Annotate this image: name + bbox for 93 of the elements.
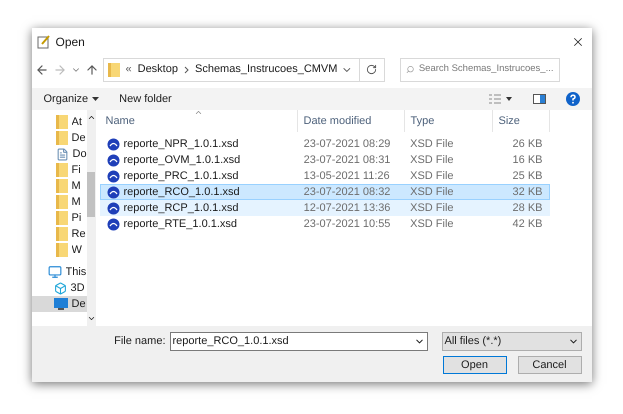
refresh-icon[interactable] xyxy=(366,64,378,75)
preview-pane-icon[interactable] xyxy=(532,94,546,104)
folder-icon xyxy=(56,227,68,241)
column-header[interactable]: Name xyxy=(100,110,298,132)
sidebar-item[interactable]: Re xyxy=(32,226,87,242)
window-title: Open xyxy=(56,34,85,50)
file-name-field[interactable]: reporte_RCO_1.0.1.xsd xyxy=(170,332,428,351)
help-icon[interactable] xyxy=(566,92,580,106)
file-globe-icon xyxy=(106,186,120,198)
cube-icon xyxy=(54,282,66,294)
file-globe-icon xyxy=(106,138,120,150)
caret-icon xyxy=(92,97,100,101)
sidebar-item[interactable]: M xyxy=(32,178,87,194)
file-name: reporte_OVM_1.0.1.xsd xyxy=(124,152,240,168)
back-icon[interactable] xyxy=(34,62,48,76)
file-type-dropdown[interactable]: All files (*.*) xyxy=(442,332,582,351)
column-header[interactable]: Date modified xyxy=(298,110,404,132)
open-button[interactable]: Open xyxy=(442,356,506,374)
column-header[interactable]: Size xyxy=(492,110,550,132)
file-name: reporte_PRC_1.0.1.xsd xyxy=(124,168,238,184)
sidebar-item[interactable]: W xyxy=(32,242,87,258)
folder-icon xyxy=(56,211,68,225)
type-cell-text: XSD File xyxy=(409,168,455,184)
file-row[interactable]: reporte_RCP_1.0.1.xsd 12-07-2021 13:36 XSD File 28 KB xyxy=(100,200,550,216)
folder-icon xyxy=(56,243,68,257)
sidebar-item[interactable]: M xyxy=(32,194,87,210)
file-globe-icon xyxy=(106,202,120,214)
search-placeholder: Search Schemas_Instrucoes_... xyxy=(418,62,554,76)
size-cell-text: 26 KB xyxy=(512,136,544,152)
size-cell-text: 16 KB xyxy=(512,152,544,168)
address-bar[interactable]: « Desktop Schemas_Instrucoes_CMVM xyxy=(102,58,384,82)
organize-button[interactable]: Organize xyxy=(44,90,100,108)
sort-icon xyxy=(194,108,202,117)
size-cell-text: 25 KB xyxy=(512,168,544,184)
scroll-thumb[interactable] xyxy=(87,172,96,217)
size-cell-text: 42 KB xyxy=(512,216,544,232)
file-row[interactable]: reporte_RCO_1.0.1.xsd 23-07-2021 08:32 XSD File 32 KB xyxy=(100,184,550,200)
type-cell-text: XSD File xyxy=(409,152,455,168)
type-cell-text: XSD File xyxy=(409,136,455,152)
folder-icon xyxy=(56,163,68,177)
scroll-down-icon[interactable] xyxy=(86,314,96,323)
chevron-right-icon xyxy=(184,66,189,74)
sidebar-item[interactable]: De xyxy=(32,130,87,146)
file-name: reporte_NPR_1.0.1.xsd xyxy=(124,136,238,152)
date-cell-text: 23-07-2021 08:31 xyxy=(302,152,392,168)
up-icon[interactable] xyxy=(84,62,98,76)
file-globe-icon xyxy=(106,170,120,182)
type-cell-text: XSD File xyxy=(409,184,455,200)
sidebar-item[interactable]: Pi xyxy=(32,210,87,226)
search-field[interactable]: Search Schemas_Instrucoes_... xyxy=(400,58,560,82)
document-icon xyxy=(56,148,68,160)
breadcrumb[interactable]: Schemas_Instrucoes_CMVM xyxy=(194,61,338,78)
folder-icon xyxy=(56,115,68,129)
cancel-button[interactable]: Cancel xyxy=(518,356,582,374)
monitor-icon xyxy=(48,265,62,279)
file-row[interactable]: reporte_RTE_1.0.1.xsd 23-07-2021 10:55 XSD File 42 KB xyxy=(100,216,550,232)
sidebar-item[interactable]: 3D xyxy=(32,280,87,296)
view-options-icon[interactable] xyxy=(488,94,512,104)
file-globe-icon xyxy=(106,154,120,166)
notepad-icon xyxy=(36,34,50,48)
sidebar-item[interactable]: Do xyxy=(32,146,87,162)
file-name-label: File name: xyxy=(114,334,166,350)
file-name: reporte_RTE_1.0.1.xsd xyxy=(124,216,238,232)
folder-icon xyxy=(108,62,120,76)
size-cell-text: 32 KB xyxy=(512,184,544,200)
column-header[interactable]: Type xyxy=(404,110,492,132)
file-name: reporte_RCP_1.0.1.xsd xyxy=(124,200,238,216)
file-globe-icon xyxy=(106,218,120,230)
sidebar-item[interactable]: De xyxy=(32,296,87,312)
breadcrumb[interactable]: Desktop xyxy=(138,61,178,78)
date-cell-text: 12-07-2021 13:36 xyxy=(302,200,392,216)
file-row[interactable]: reporte_NPR_1.0.1.xsd 23-07-2021 08:29 XSD File 26 KB xyxy=(100,136,550,152)
new-folder-button[interactable]: New folder xyxy=(119,90,172,108)
date-cell-text: 13-05-2021 11:26 xyxy=(302,168,391,184)
sidebar-item[interactable]: This xyxy=(32,264,87,280)
sidebar-item[interactable]: Fi xyxy=(32,162,87,178)
file-row[interactable]: reporte_PRC_1.0.1.xsd 13-05-2021 11:26 XSD File 25 KB xyxy=(100,168,550,184)
size-cell-text: 28 KB xyxy=(512,200,544,216)
type-cell-text: XSD File xyxy=(409,216,455,232)
date-cell-text: 23-07-2021 08:32 xyxy=(302,184,392,200)
sidebar-item[interactable]: At xyxy=(32,114,87,130)
file-name: reporte_RCO_1.0.1.xsd xyxy=(124,184,240,200)
search-icon xyxy=(406,64,414,75)
file-row[interactable]: reporte_OVM_1.0.1.xsd 23-07-2021 08:31 XSD File 16 KB xyxy=(100,152,550,168)
desktop-icon xyxy=(54,298,68,310)
type-cell-text: XSD File xyxy=(409,200,455,216)
overflow-chevron[interactable]: « xyxy=(126,61,132,78)
scroll-up-icon[interactable] xyxy=(86,113,96,122)
folder-icon xyxy=(56,195,68,209)
date-cell-text: 23-07-2021 08:29 xyxy=(302,136,392,152)
date-cell-text: 23-07-2021 10:55 xyxy=(302,216,392,232)
folder-icon xyxy=(56,131,68,145)
folder-icon xyxy=(56,179,68,193)
